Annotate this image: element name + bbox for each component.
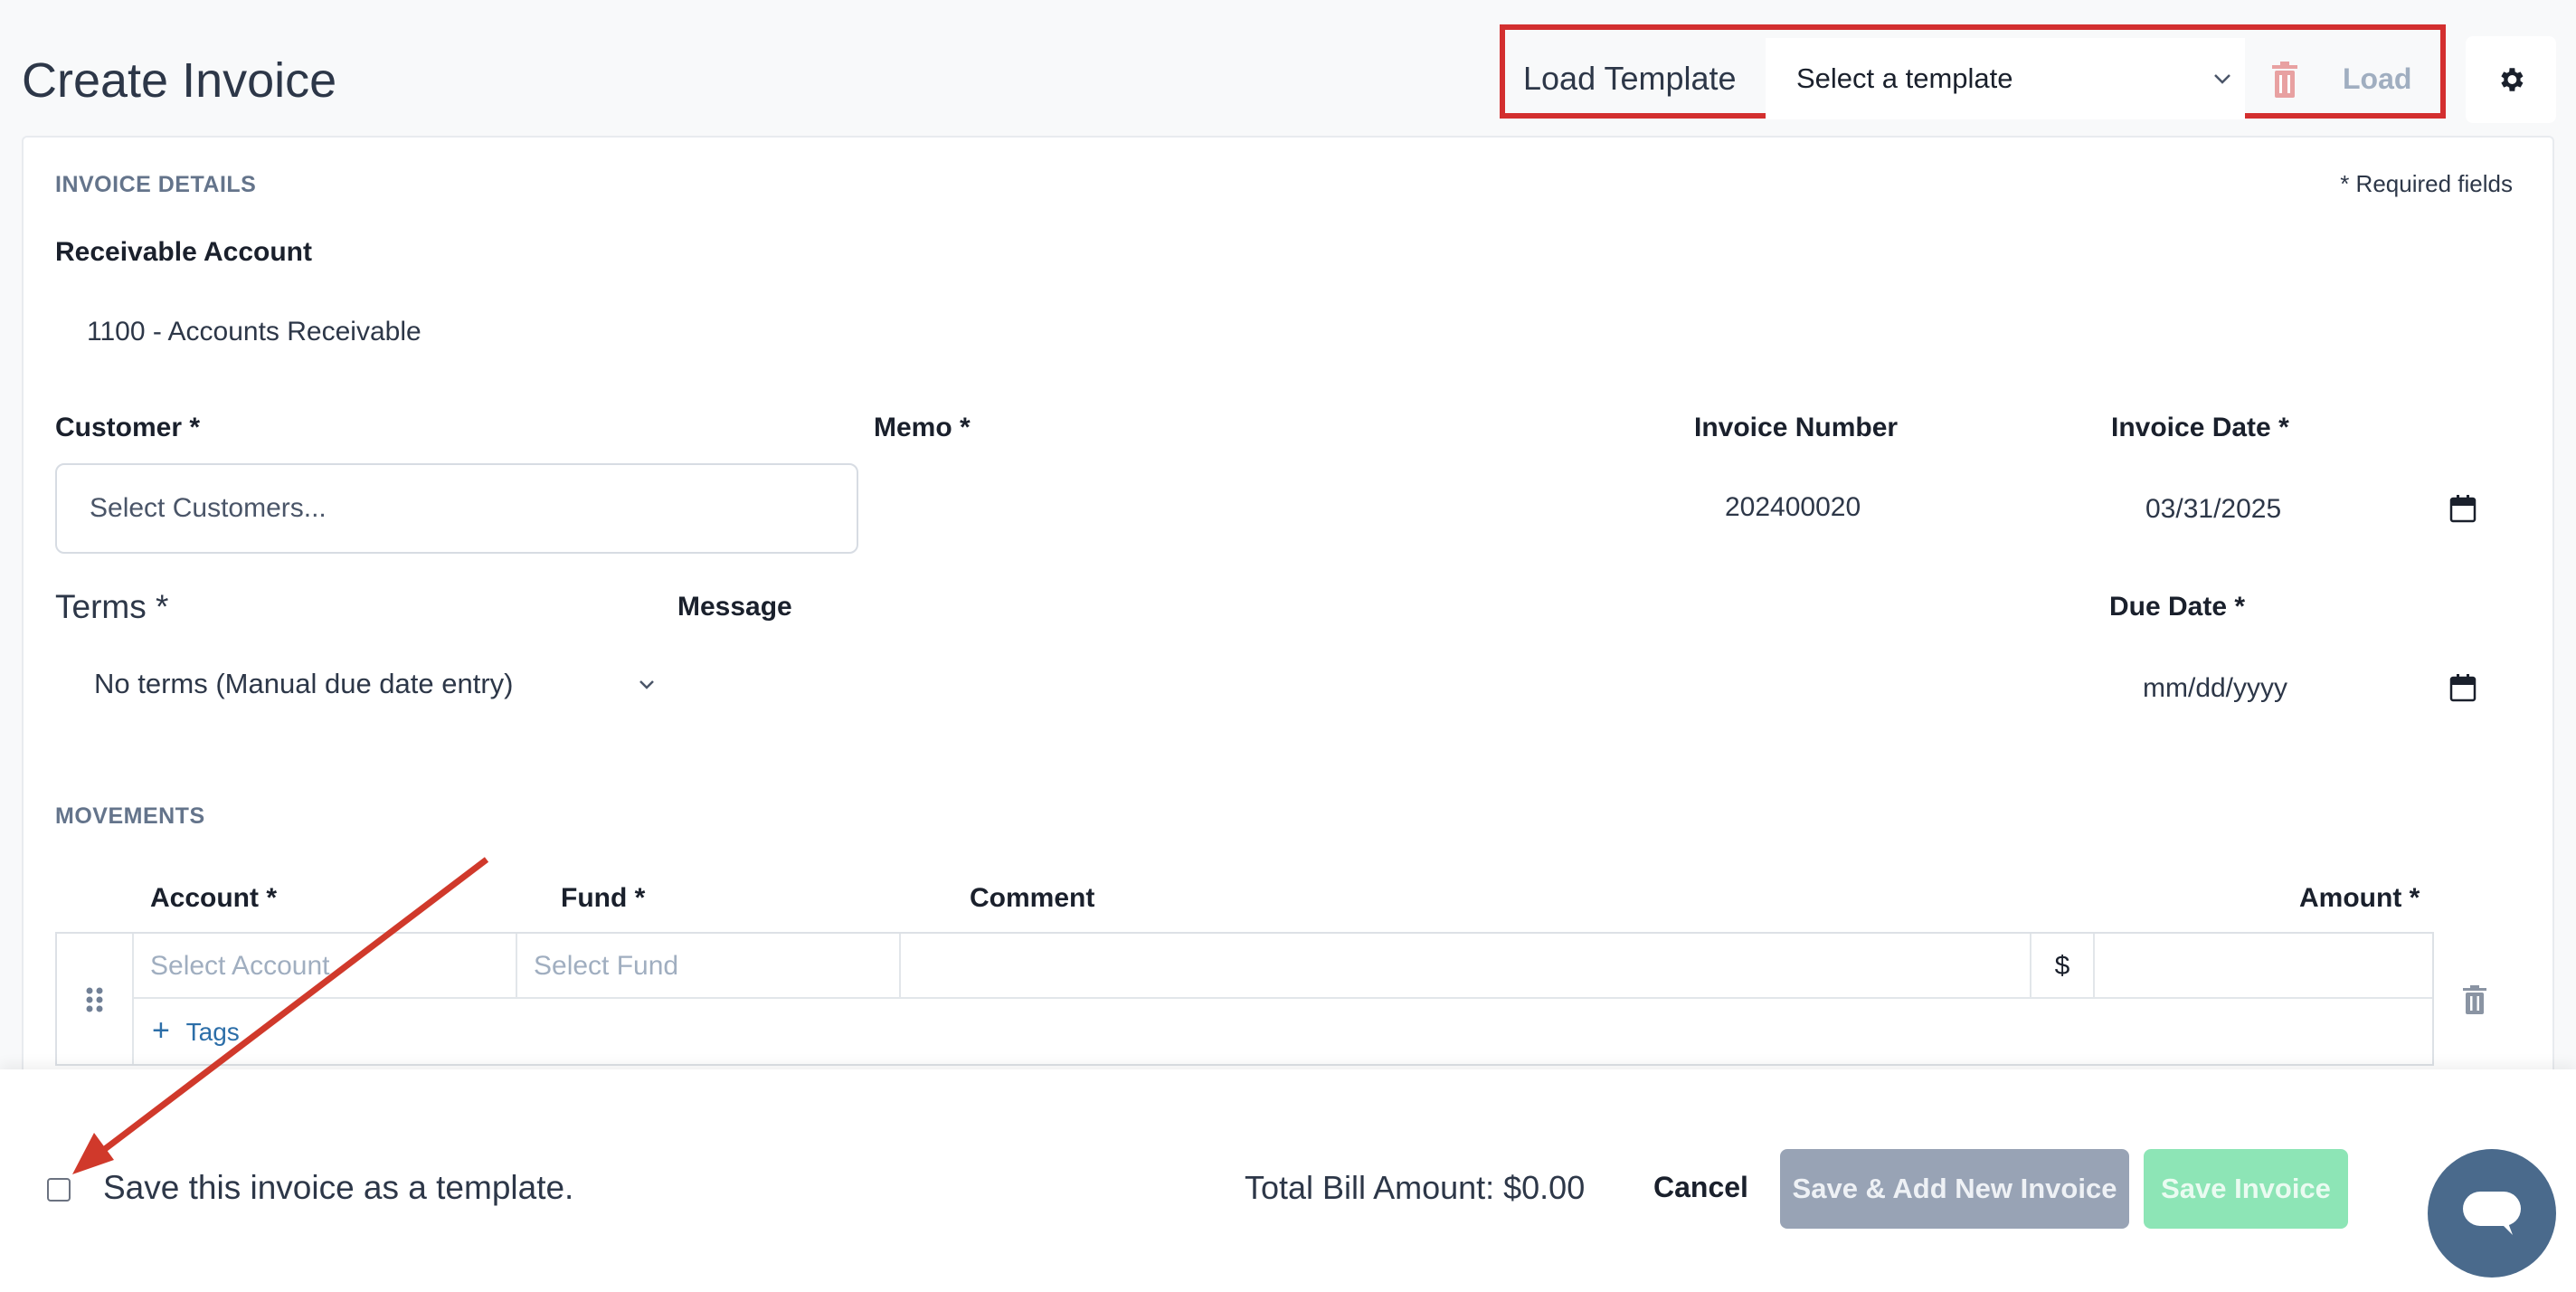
- account-placeholder: Select Account: [150, 951, 330, 981]
- memo-label: Memo *: [874, 413, 971, 442]
- invoice-number-field[interactable]: 202400020: [1725, 492, 1861, 523]
- receivable-account-value[interactable]: 1100 - Accounts Receivable: [87, 317, 421, 347]
- chevron-down-icon: [2214, 74, 2230, 84]
- load-template-button[interactable]: Load: [2343, 58, 2411, 100]
- total-bill-amount: Total Bill Amount: $0.00: [1245, 1169, 1586, 1206]
- calendar-icon[interactable]: [2449, 494, 2477, 523]
- terms-select[interactable]: No terms (Manual due date entry): [94, 668, 514, 700]
- customer-label: Customer *: [55, 413, 201, 442]
- message-label: Message: [677, 592, 792, 622]
- plus-icon: +: [152, 1013, 170, 1048]
- amount-input[interactable]: [2095, 934, 2432, 999]
- save-and-add-new-button[interactable]: Save & Add New Invoice: [1780, 1149, 2129, 1229]
- template-select-value: Select a template: [1796, 62, 2013, 94]
- account-select[interactable]: Select Account: [134, 934, 517, 999]
- chat-button[interactable]: [2428, 1149, 2556, 1278]
- save-as-template-checkbox[interactable]: [47, 1178, 71, 1202]
- cancel-button[interactable]: Cancel: [1653, 1171, 1748, 1204]
- comment-column-header: Comment: [970, 883, 1095, 913]
- template-select[interactable]: Select a template: [1766, 38, 2245, 119]
- invoice-number-label: Invoice Number: [1694, 413, 1899, 442]
- chat-icon: [2463, 1192, 2521, 1235]
- currency-symbol-text: $: [2054, 951, 2070, 981]
- save-invoice-button[interactable]: Save Invoice: [2144, 1149, 2348, 1229]
- invoice-details-heading: INVOICE DETAILS: [55, 172, 257, 197]
- delete-row-icon[interactable]: [2460, 984, 2489, 1015]
- due-date-input[interactable]: mm/dd/yyyy: [2143, 673, 2287, 704]
- gear-icon: [2501, 68, 2524, 91]
- chevron-down-icon: [639, 680, 654, 689]
- due-date-label: Due Date *: [2109, 592, 2246, 622]
- settings-button[interactable]: [2466, 36, 2556, 123]
- calendar-icon[interactable]: [2449, 673, 2477, 702]
- save-as-template-label[interactable]: Save this invoice as a template.: [103, 1169, 573, 1207]
- invoice-date-label: Invoice Date *: [2111, 413, 2289, 442]
- account-column-header: Account *: [150, 883, 278, 913]
- fund-placeholder: Select Fund: [534, 951, 679, 981]
- receivable-account-label: Receivable Account: [55, 237, 312, 267]
- fund-column-header: Fund *: [561, 883, 646, 913]
- trash-icon[interactable]: [2267, 60, 2303, 100]
- terms-label: Terms *: [55, 588, 169, 625]
- required-fields-note: * Required fields: [2340, 170, 2513, 197]
- page-title: Create Invoice: [22, 53, 337, 108]
- load-template-label: Load Template: [1523, 60, 1737, 97]
- customer-placeholder: Select Customers...: [90, 493, 327, 523]
- currency-symbol: $: [2031, 934, 2095, 999]
- customer-input[interactable]: Select Customers...: [55, 463, 858, 554]
- tags-link-label: Tags: [185, 1018, 240, 1046]
- movements-heading: MOVEMENTS: [55, 803, 205, 829]
- fund-select[interactable]: Select Fund: [517, 934, 901, 999]
- drag-handle-icon[interactable]: [85, 986, 105, 1013]
- invoice-date-input[interactable]: 03/31/2025: [2145, 494, 2281, 525]
- amount-column-header: Amount *: [2299, 883, 2420, 913]
- comment-input[interactable]: [901, 934, 2031, 999]
- add-tags-link[interactable]: + Tags: [152, 1013, 240, 1049]
